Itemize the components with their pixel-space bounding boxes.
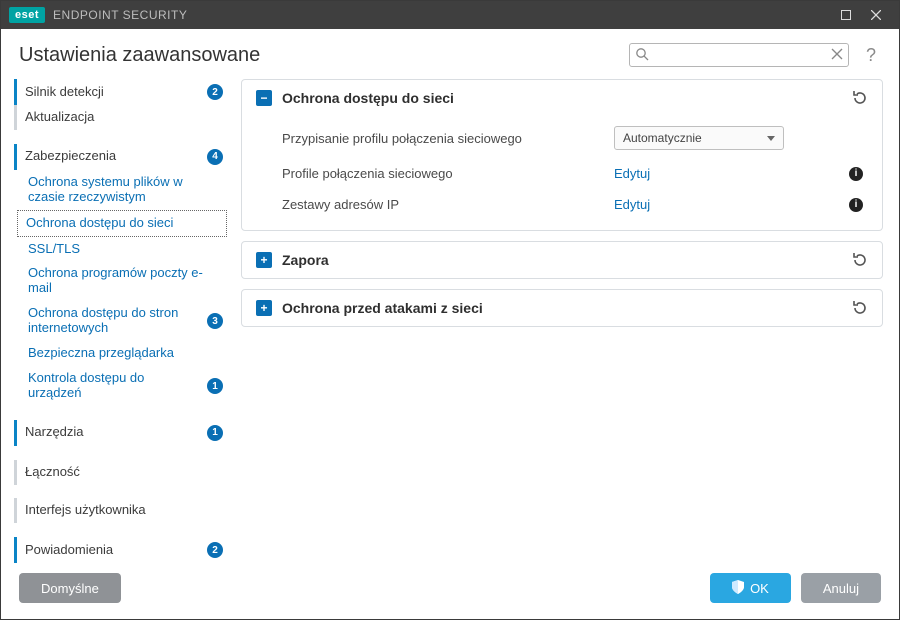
ok-button-label: OK [750, 581, 769, 596]
revert-button[interactable] [852, 252, 868, 268]
expand-icon[interactable]: + [256, 300, 272, 316]
badge: 2 [207, 84, 223, 100]
defaults-button[interactable]: Domyślne [19, 573, 121, 603]
revert-button[interactable] [852, 90, 868, 106]
sidebar-item-label: Zabezpieczenia [25, 149, 201, 164]
search-input[interactable] [629, 43, 849, 67]
sidebar-item-6[interactable]: Ochrona programów poczty e-mail [17, 261, 227, 301]
panel-0: −Ochrona dostępu do sieci Przypisanie pro… [241, 79, 883, 231]
revert-icon [852, 252, 868, 268]
sidebar: Silnik detekcji 2 Aktualizacja Zabezpieczen… [17, 79, 227, 563]
setting-label: Profile połączenia sieciowego [282, 166, 604, 181]
panel-header[interactable]: −Ochrona dostępu do sieci [242, 80, 882, 116]
ok-button[interactable]: OK [710, 573, 791, 603]
panel-header[interactable]: + Zapora [242, 242, 882, 278]
sidebar-item-label: Bezpieczna przeglądarka [28, 346, 223, 361]
panel-title: Ochrona przed atakami z sieci [282, 300, 842, 316]
sidebar-item-4[interactable]: Ochrona dostępu do sieci [17, 210, 227, 237]
panel-body: Przypisanie profilu połączenia siecioweg… [242, 116, 882, 230]
sidebar-item-label: Ochrona systemu plików w czasie rzeczywi… [28, 175, 223, 205]
revert-icon [852, 90, 868, 106]
maximize-icon [841, 10, 851, 20]
panel-title: Zapora [282, 252, 842, 268]
sidebar-item-label: Kontrola dostępu do urządzeń [28, 371, 201, 401]
revert-icon [852, 300, 868, 316]
sidebar-item-9[interactable]: Kontrola dostępu do urządzeń 1 [17, 366, 227, 406]
sidebar-item-label: Interfejs użytkownika [25, 503, 223, 518]
sidebar-item-label: Łączność [25, 465, 223, 480]
window-close-button[interactable] [861, 1, 891, 29]
sidebar-item-label: Ochrona programów poczty e-mail [28, 266, 223, 296]
info-icon[interactable]: i [849, 167, 863, 181]
sidebar-item-12[interactable]: Interfejs użytkownika [14, 498, 227, 523]
sidebar-item-label: SSL/TLS [28, 242, 223, 257]
badge: 1 [207, 425, 223, 441]
setting-label: Przypisanie profilu połączenia siecioweg… [282, 131, 604, 146]
badge: 2 [207, 542, 223, 558]
eset-logo: eset [9, 7, 45, 23]
sidebar-item-label: Ochrona dostępu do sieci [26, 216, 222, 231]
revert-button[interactable] [852, 300, 868, 316]
sidebar-item-label: Aktualizacja [25, 110, 223, 125]
sidebar-item-10[interactable]: Narzędzia 1 [14, 420, 227, 446]
page-title: Ustawienia zaawansowane [19, 44, 617, 67]
search-box [629, 43, 849, 67]
info-icon[interactable]: i [849, 198, 863, 212]
info-cell: i [844, 167, 868, 181]
sidebar-item-label: Powiadomienia [25, 543, 201, 558]
sidebar-item-label: Silnik detekcji [25, 85, 201, 100]
panel-header[interactable]: + Ochrona przed atakami z sieci [242, 290, 882, 326]
edit-link[interactable]: Edytuj [614, 197, 650, 212]
setting-row-1: Profile połączenia sieciowego Edytuj i [242, 158, 882, 189]
sidebar-item-0[interactable]: Silnik detekcji 2 [14, 79, 227, 105]
sidebar-item-label: Ochrona dostępu do stron internetowych [28, 306, 201, 336]
sidebar-item-3[interactable]: Ochrona systemu plików w czasie rzeczywi… [17, 170, 227, 210]
setting-label: Zestawy adresów IP [282, 197, 604, 212]
cancel-button[interactable]: Anuluj [801, 573, 881, 603]
panel-title: Ochrona dostępu do sieci [282, 90, 842, 106]
sidebar-item-1[interactable]: Aktualizacja [14, 105, 227, 130]
setting-value: Edytuj [614, 166, 834, 181]
profile-select[interactable]: Automatycznie [614, 126, 784, 150]
footer: Domyślne OK Anuluj [1, 573, 899, 619]
sidebar-item-11[interactable]: Łączność [14, 460, 227, 485]
sidebar-item-5[interactable]: SSL/TLS [17, 237, 227, 262]
badge: 3 [207, 313, 223, 329]
brand: eset ENDPOINT SECURITY [9, 7, 187, 23]
product-name: ENDPOINT SECURITY [53, 8, 187, 22]
shield-icon [732, 580, 744, 597]
badge: 4 [207, 149, 223, 165]
sidebar-item-2[interactable]: Zabezpieczenia 4 [14, 144, 227, 170]
window-maximize-button[interactable] [831, 1, 861, 29]
main-content: −Ochrona dostępu do sieci Przypisanie pro… [241, 79, 883, 563]
setting-value: Edytuj [614, 197, 834, 212]
sidebar-item-7[interactable]: Ochrona dostępu do stron internetowych 3 [17, 301, 227, 341]
panel-2: + Ochrona przed atakami z sieci [241, 289, 883, 327]
edit-link[interactable]: Edytuj [614, 166, 650, 181]
badge: 1 [207, 378, 223, 394]
search-clear-button[interactable] [831, 47, 843, 65]
page-header: Ustawienia zaawansowane ? [1, 29, 899, 75]
setting-row-2: Zestawy adresów IP Edytuj i [242, 189, 882, 220]
help-button[interactable]: ? [861, 45, 881, 66]
expand-icon[interactable]: + [256, 252, 272, 268]
close-icon [871, 10, 881, 20]
setting-row-0: Przypisanie profilu połączenia siecioweg… [242, 118, 882, 158]
sidebar-item-13[interactable]: Powiadomienia 2 [14, 537, 227, 563]
sidebar-item-label: Narzędzia [25, 425, 201, 440]
info-cell: i [844, 198, 868, 212]
titlebar: eset ENDPOINT SECURITY [1, 1, 899, 29]
collapse-icon[interactable]: − [256, 90, 272, 106]
panel-1: + Zapora [241, 241, 883, 279]
setting-value: Automatycznie [614, 126, 834, 150]
sidebar-item-8[interactable]: Bezpieczna przeglądarka [17, 341, 227, 366]
clear-icon [831, 48, 843, 60]
search-icon [635, 47, 649, 66]
